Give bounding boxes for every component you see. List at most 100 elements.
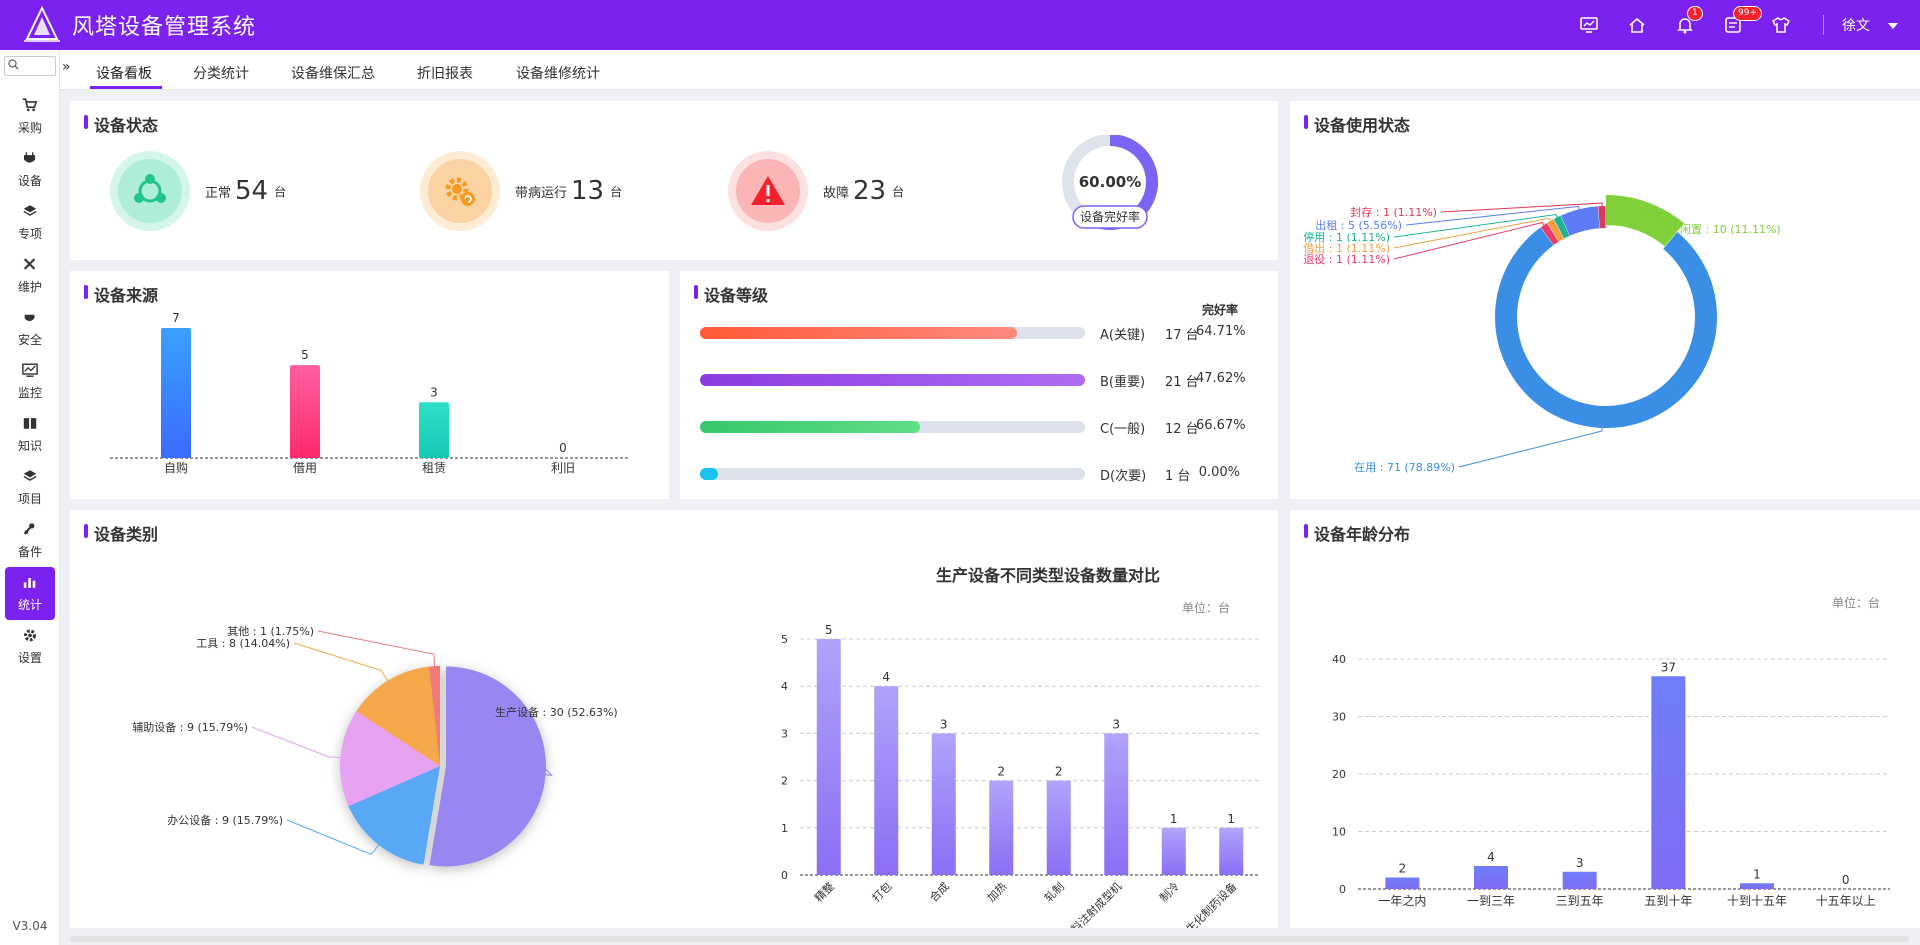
x-tick-label: 生化制药设备 bbox=[1183, 879, 1240, 928]
tab-depreciation-report[interactable]: 折旧报表 bbox=[417, 63, 473, 83]
status-fault: 故障 23 台 bbox=[728, 151, 904, 231]
status-fault-unit: 台 bbox=[892, 184, 905, 199]
sidebar-item-8[interactable]: 备件 bbox=[5, 514, 55, 567]
status-degraded-value: 13 bbox=[571, 176, 605, 206]
level-count: 12 台 bbox=[1165, 422, 1199, 437]
sidebar-item-0[interactable]: 采购 bbox=[5, 90, 55, 143]
bar-value-label: 5 bbox=[301, 348, 309, 362]
sidebar-item-label: 专项 bbox=[17, 227, 42, 241]
home-icon[interactable] bbox=[1613, 0, 1661, 50]
x-tick-label: 自购 bbox=[164, 460, 188, 475]
x-tick-label: 五到十年 bbox=[1644, 894, 1692, 908]
bar-value-label: 1 bbox=[1227, 812, 1235, 826]
level-rate: 66.67% bbox=[1196, 418, 1246, 433]
gauge-value: 60.00% bbox=[1079, 173, 1141, 191]
shirt-icon[interactable] bbox=[1757, 0, 1805, 50]
expand-icon[interactable]: » bbox=[62, 60, 74, 76]
sidebar-nav: 采购设备专项维护 安全 监控知识项目备件统计设置 bbox=[5, 90, 55, 673]
y-tick-label: 20 bbox=[1332, 768, 1346, 781]
sidebar-item-2[interactable]: 专项 bbox=[5, 196, 55, 249]
bar-value-label: 37 bbox=[1661, 660, 1676, 674]
level-bar-fill bbox=[700, 468, 719, 480]
y-tick-label: 40 bbox=[1332, 653, 1346, 666]
level-name: B(重要) bbox=[1100, 375, 1146, 390]
bar-value-label: 2 bbox=[1399, 862, 1407, 876]
donut-slice bbox=[1495, 227, 1717, 428]
level-row: A(关键) 17 台 64.71% bbox=[700, 323, 1260, 343]
usage-donut-chart: 在用 : 71 (78.89%)闲置 : 10 (11.11%)退役 : 1 (… bbox=[1303, 195, 1781, 474]
status-fault-value: 23 bbox=[853, 176, 887, 206]
app-title: 风塔设备管理系统 bbox=[72, 15, 257, 40]
level-count: 17 台 bbox=[1165, 328, 1199, 343]
tab-category-stats[interactable]: 分类统计 bbox=[193, 63, 249, 83]
production-bar-chart: 0 1 2 3 4 5 5 精整 4 打包 3 合成 2 加热 2 轧制 3 塑料注射成型机 1 制冷 1 生化制药设备 生… bbox=[781, 566, 1260, 928]
sidebar-item-label: 备件 bbox=[17, 545, 42, 559]
y-tick-label: 2 bbox=[781, 775, 788, 788]
tab-repair-stats[interactable]: 设备维修统计 bbox=[516, 63, 600, 83]
sidebar-search[interactable] bbox=[4, 56, 56, 76]
chevron-down-icon bbox=[1888, 17, 1898, 33]
bar-value-label: 7 bbox=[172, 311, 180, 325]
sidebar-item-label: 知识 bbox=[17, 439, 42, 453]
sidebar-item-3[interactable]: 维护 bbox=[5, 249, 55, 302]
bar-value-label: 2 bbox=[997, 765, 1005, 779]
layers-icon bbox=[22, 203, 38, 225]
category-panel: 设备类别 生产设备 : 30 (52.63%) 办公设备 : 9 (15.79%)… bbox=[70, 510, 1278, 928]
search-icon bbox=[8, 58, 19, 74]
tab-maintenance-summary[interactable]: 设备维保汇总 bbox=[291, 63, 375, 83]
bell-icon[interactable]: 1 bbox=[1661, 0, 1709, 50]
sidebar-item-5[interactable]: 监控 bbox=[5, 355, 55, 408]
sidebar-item-7[interactable]: 项目 bbox=[5, 461, 55, 514]
monitor-icon[interactable] bbox=[1565, 0, 1613, 50]
bell-badge: 1 bbox=[1687, 6, 1703, 21]
level-rate: 47.62% bbox=[1196, 371, 1246, 386]
bar-value-label: 5 bbox=[825, 623, 833, 637]
rate-header: 完好率 bbox=[1202, 303, 1239, 317]
wind-tower-logo bbox=[20, 5, 64, 45]
tab-dashboard[interactable]: 设备看板 bbox=[96, 63, 152, 83]
status-panel: 设备状态 正常 54 台 带病运行 13 台 故障 23 台 60.00% 设备… bbox=[70, 101, 1278, 260]
user-menu[interactable]: 徐文 bbox=[1842, 15, 1898, 35]
book-icon bbox=[22, 415, 38, 437]
level-name: D(次要) bbox=[1100, 469, 1147, 484]
source-panel: 设备来源 7 自购 5 借用 3 租赁 0 利旧 bbox=[70, 271, 669, 499]
x-tick-label: 制冷 bbox=[1157, 880, 1182, 905]
shield-icon bbox=[22, 309, 38, 331]
sidebar-item-10[interactable]: 设置 bbox=[5, 620, 55, 673]
status-degraded: 带病运行 13 台 bbox=[420, 151, 622, 231]
bar bbox=[1474, 866, 1508, 889]
sidebar-item-label: 采购 bbox=[17, 121, 42, 135]
sidebar-item-9[interactable]: 统计 bbox=[5, 567, 55, 620]
usage-panel: 设备使用状态 在用 : 71 (78.89%) 闲置 : 10 (11.11%) 退… bbox=[1290, 101, 1920, 499]
top-bar: 风塔设备管理系统 1 99+ 徐文 bbox=[0, 0, 1920, 50]
search-input[interactable] bbox=[21, 60, 49, 72]
slice-label: 辅助设备 : 9 (15.79%) bbox=[132, 720, 248, 734]
bar-value-label: 2 bbox=[1055, 765, 1063, 779]
sidebar-item-4[interactable]: 安全 bbox=[5, 302, 55, 355]
slice-label: 工具 : 8 (14.04%) bbox=[196, 637, 290, 650]
intact-rate-gauge: 60.00% 设备完好率 bbox=[1055, 134, 1165, 235]
bar-value-label: 0 bbox=[1842, 873, 1850, 887]
x-tick-label: 轧制 bbox=[1041, 879, 1066, 904]
x-tick-label: 精整 bbox=[811, 879, 836, 904]
y-tick-label: 10 bbox=[1332, 826, 1346, 839]
x-tick-label: 十五年以上 bbox=[1816, 894, 1876, 908]
bar bbox=[816, 639, 841, 875]
y-tick-label: 0 bbox=[1339, 883, 1346, 896]
level-row: C(一般) 12 台 66.67% bbox=[700, 417, 1260, 437]
sidebar-item-label: 统计 bbox=[17, 598, 42, 612]
sidebar-item-1[interactable]: 设备 bbox=[5, 143, 55, 196]
inbox-icon[interactable]: 99+ bbox=[1709, 0, 1762, 50]
bar-value-label: 4 bbox=[882, 670, 890, 684]
source-bar bbox=[161, 328, 191, 458]
chart-title: 生产设备不同类型设备数量对比 bbox=[936, 566, 1160, 585]
bar-value-label: 3 bbox=[940, 717, 948, 731]
bar-value-label: 3 bbox=[1576, 856, 1584, 870]
level-bar-track bbox=[700, 468, 1085, 480]
age-bar-chart: 0 10 20 30 40 2 一年之内 4 一到三年 3 三到五年 37 五到十年 1 十到十五年 0 十五年… bbox=[1332, 595, 1890, 908]
y-tick-label: 4 bbox=[781, 680, 788, 693]
y-tick-label: 3 bbox=[781, 727, 788, 740]
horizontal-scrollbar[interactable] bbox=[70, 936, 1910, 942]
sidebar-item-6[interactable]: 知识 bbox=[5, 408, 55, 461]
bar bbox=[1219, 827, 1244, 875]
